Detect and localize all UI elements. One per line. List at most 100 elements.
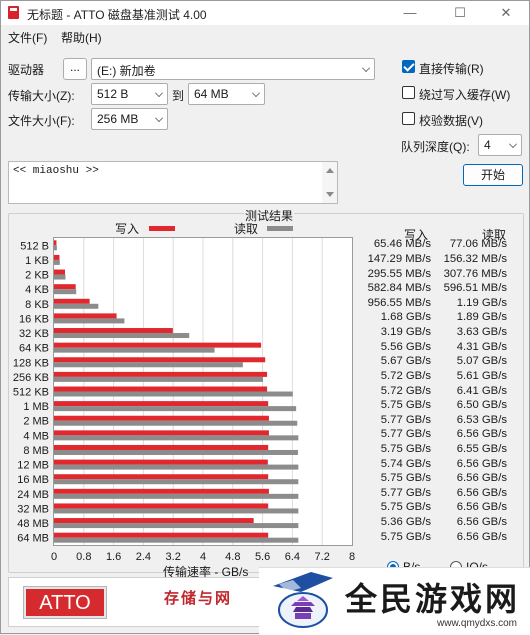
read-bar xyxy=(54,274,66,280)
read-value: 1.89 GB/s xyxy=(456,311,507,324)
watermark-url: www.qmydxs.com xyxy=(437,618,518,629)
x-tick-label: 6.4 xyxy=(285,551,300,563)
read-value: 6.56 GB/s xyxy=(456,457,507,470)
read-bar xyxy=(54,259,60,265)
write-bar xyxy=(54,386,268,392)
watermark-overlay: 全民游戏网 www.qmydxs.com xyxy=(259,567,530,635)
read-value: 6.53 GB/s xyxy=(456,413,507,426)
read-value: 6.50 GB/s xyxy=(456,399,507,412)
write-bar xyxy=(54,298,90,304)
x-tick-label: 7.2 xyxy=(315,551,330,563)
write-bar xyxy=(54,254,60,260)
read-bar xyxy=(54,479,299,485)
x-tick-label: 3.2 xyxy=(166,551,181,563)
read-bar xyxy=(54,537,299,543)
write-bar xyxy=(54,240,57,246)
y-tick-label: 64 MB xyxy=(17,533,49,545)
write-value: 5.72 GB/s xyxy=(380,369,431,382)
read-value: 6.56 GB/s xyxy=(456,501,507,514)
y-tick-label: 2 MB xyxy=(23,416,49,428)
y-tick-label: 1 MB xyxy=(23,401,49,413)
write-value: 5.75 GB/s xyxy=(380,442,431,455)
read-bar xyxy=(54,347,215,353)
read-value: 1.19 GB/s xyxy=(456,296,507,309)
read-bar xyxy=(54,318,125,324)
write-bar xyxy=(54,415,269,421)
write-value: 956.55 MB/s xyxy=(367,296,431,309)
read-bar xyxy=(54,245,57,251)
read-bar xyxy=(54,376,263,382)
write-value: 5.75 GB/s xyxy=(380,530,431,543)
read-bar xyxy=(54,406,297,412)
read-bar xyxy=(54,493,299,499)
read-bar xyxy=(54,435,299,441)
read-value: 596.51 MB/s xyxy=(443,282,507,295)
x-tick-label: 2.4 xyxy=(136,551,151,563)
read-bar xyxy=(54,391,293,397)
y-tick-label: 256 KB xyxy=(13,372,49,384)
write-bar xyxy=(54,532,269,538)
write-bar xyxy=(54,342,262,348)
x-tick-label: 0 xyxy=(51,551,57,563)
y-tick-label: 32 MB xyxy=(17,503,49,515)
y-tick-label: 128 KB xyxy=(13,357,49,369)
write-value: 65.46 MB/s xyxy=(373,238,431,251)
read-value: 5.61 GB/s xyxy=(456,369,507,382)
write-bar xyxy=(54,503,269,509)
banner-slogan: 存储与网 xyxy=(164,589,233,607)
read-value: 6.56 GB/s xyxy=(456,472,507,485)
y-tick-label: 64 KB xyxy=(19,343,49,355)
read-bar xyxy=(54,303,99,309)
write-value: 5.74 GB/s xyxy=(380,457,431,470)
write-value: 5.36 GB/s xyxy=(380,516,431,529)
write-bar xyxy=(54,444,269,450)
write-value: 5.72 GB/s xyxy=(380,384,431,397)
read-value: 6.56 GB/s xyxy=(456,428,507,441)
write-bar xyxy=(54,357,266,363)
write-bar xyxy=(54,518,254,524)
pagoda-logo-icon xyxy=(273,572,333,628)
y-tick-label: 8 KB xyxy=(25,299,49,311)
write-bar xyxy=(54,371,268,377)
write-value: 5.75 GB/s xyxy=(380,501,431,514)
app-window: 无标题 - ATTO 磁盘基准测试 4.00 — ☐ ✕ 文件(F) 帮助(H)… xyxy=(0,0,530,635)
read-bar xyxy=(54,523,299,529)
y-tick-label: 4 MB xyxy=(23,430,49,442)
x-tick-label: 0.8 xyxy=(76,551,91,563)
write-bar xyxy=(54,313,117,319)
write-value: 5.67 GB/s xyxy=(380,355,431,368)
x-tick-label: 1.6 xyxy=(106,551,121,563)
read-bar xyxy=(54,464,299,470)
read-bar xyxy=(54,362,243,368)
read-value: 6.56 GB/s xyxy=(456,530,507,543)
y-tick-label: 12 MB xyxy=(17,460,49,472)
write-value: 147.29 MB/s xyxy=(367,252,431,265)
read-bar xyxy=(54,449,298,455)
y-tick-label: 2 KB xyxy=(25,270,49,282)
read-value: 6.55 GB/s xyxy=(456,442,507,455)
x-tick-label: 5.6 xyxy=(255,551,270,563)
read-value: 6.56 GB/s xyxy=(456,486,507,499)
y-tick-label: 4 KB xyxy=(25,284,49,296)
read-bar xyxy=(54,420,298,426)
y-tick-label: 48 MB xyxy=(17,518,49,530)
write-value: 5.75 GB/s xyxy=(380,472,431,485)
y-tick-label: 8 MB xyxy=(23,445,49,457)
x-tick-label: 4 xyxy=(200,551,206,563)
write-bar xyxy=(54,430,269,436)
y-tick-label: 1 KB xyxy=(25,255,49,267)
read-value: 6.56 GB/s xyxy=(456,516,507,529)
write-value: 5.75 GB/s xyxy=(380,399,431,412)
watermark-title: 全民游戏网 xyxy=(345,580,521,618)
write-value: 5.56 GB/s xyxy=(380,340,431,353)
write-value: 295.55 MB/s xyxy=(367,267,431,280)
y-tick-label: 24 MB xyxy=(17,489,49,501)
read-value: 6.41 GB/s xyxy=(456,384,507,397)
write-bar xyxy=(54,269,66,275)
write-bar xyxy=(54,459,268,465)
x-tick-label: 8 xyxy=(349,551,355,563)
x-tick-label: 4.8 xyxy=(225,551,240,563)
write-value: 1.68 GB/s xyxy=(380,311,431,324)
write-bar xyxy=(54,401,269,407)
write-bar xyxy=(54,474,269,480)
